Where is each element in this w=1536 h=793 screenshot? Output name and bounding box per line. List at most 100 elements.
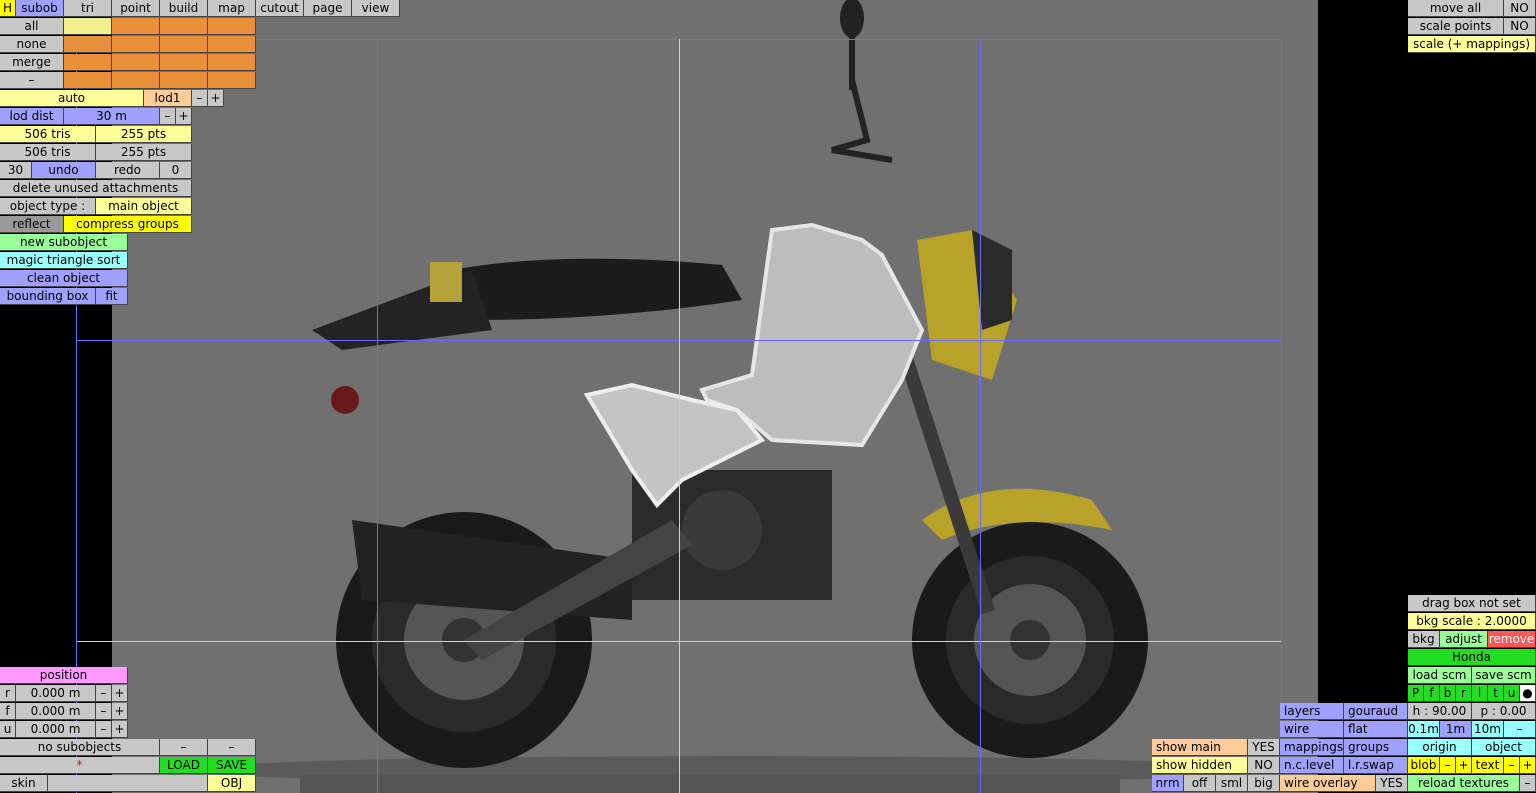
subobject-slot[interactable]	[160, 18, 208, 35]
step-minus-button[interactable]: –	[1504, 721, 1536, 738]
merge-button[interactable]: merge	[0, 54, 64, 71]
size-sml-button[interactable]: sml	[1216, 775, 1248, 792]
nc-level-button[interactable]: n.c.level	[1280, 757, 1344, 774]
skin-field[interactable]	[48, 775, 208, 792]
gouraud-button[interactable]: gouraud	[1344, 703, 1408, 720]
tab-point[interactable]: point	[112, 0, 160, 17]
bkg-name[interactable]: Honda	[1408, 649, 1536, 666]
step-1m-button[interactable]: 1m	[1440, 721, 1472, 738]
tab-tri[interactable]: tri	[64, 0, 112, 17]
scale-mappings-button[interactable]: scale (+ mappings)	[1408, 36, 1536, 53]
show-hidden-button[interactable]: show hidden	[1152, 757, 1248, 774]
subobject-selector[interactable]: no subobjects	[0, 739, 160, 756]
position-f-minus-button[interactable]: –	[96, 703, 112, 720]
subobject-slot[interactable]	[208, 72, 256, 89]
view-r-button[interactable]: r	[1456, 685, 1472, 702]
flat-button[interactable]: flat	[1344, 721, 1408, 738]
blob-minus-button[interactable]: –	[1440, 757, 1456, 774]
select-all-button[interactable]: all	[0, 18, 64, 35]
view-t-button[interactable]: t	[1488, 685, 1504, 702]
object-button[interactable]: object	[1472, 739, 1536, 756]
view-p-button[interactable]: P	[1408, 685, 1424, 702]
subobject-slot[interactable]	[208, 54, 256, 71]
view-l-button[interactable]: l	[1472, 685, 1488, 702]
view-u-button[interactable]: u	[1504, 685, 1520, 702]
subobject-slot[interactable]	[208, 36, 256, 53]
position-u-minus-button[interactable]: –	[96, 721, 112, 738]
subobject-slot[interactable]	[112, 72, 160, 89]
size-big-button[interactable]: big	[1248, 775, 1280, 792]
groups-button[interactable]: groups	[1344, 739, 1408, 756]
move-all-value[interactable]: NO	[1504, 0, 1536, 17]
undo-button[interactable]: undo	[32, 162, 96, 179]
subobject-slot[interactable]	[64, 36, 112, 53]
wire-button[interactable]: wire	[1280, 721, 1344, 738]
reload-minus-button[interactable]: –	[1520, 775, 1536, 792]
subobject-slot[interactable]	[64, 72, 112, 89]
reload-textures-button[interactable]: reload textures	[1408, 775, 1520, 792]
lod-minus-button[interactable]: –	[192, 90, 208, 107]
tab-build[interactable]: build	[160, 0, 208, 17]
subobject-slot[interactable]	[112, 36, 160, 53]
compress-groups-button[interactable]: compress groups	[64, 216, 192, 233]
lod-current[interactable]: lod1	[144, 90, 192, 107]
lod-plus-button[interactable]: +	[208, 90, 224, 107]
save-scm-button[interactable]: save scm	[1472, 667, 1536, 684]
subobject-slot[interactable]	[112, 18, 160, 35]
mappings-button[interactable]: mappings	[1280, 739, 1344, 756]
object-type-value[interactable]: main object	[96, 198, 192, 215]
tab-subob[interactable]: subob	[16, 0, 64, 17]
wire-overlay-value[interactable]: YES	[1376, 775, 1408, 792]
step-0-1m-button[interactable]: 0.1m	[1408, 721, 1440, 738]
layers-button[interactable]: layers	[1280, 703, 1344, 720]
scale-points-button[interactable]: scale points	[1408, 18, 1504, 35]
load-scm-button[interactable]: load scm	[1408, 667, 1472, 684]
bkg-scale[interactable]: bkg scale : 2.0000	[1408, 613, 1536, 630]
delete-unused-attachments-button[interactable]: delete unused attachments	[0, 180, 192, 197]
subobject-slot[interactable]	[112, 54, 160, 71]
fit-button[interactable]: fit	[96, 288, 128, 305]
view-b-button[interactable]: b	[1440, 685, 1456, 702]
position-value-r[interactable]: 0.000 m	[16, 685, 96, 702]
load-button[interactable]: LOAD	[160, 757, 208, 774]
bkg-adjust-button[interactable]: adjust	[1440, 631, 1488, 648]
tab-map[interactable]: map	[208, 0, 256, 17]
step-10m-button[interactable]: 10m	[1472, 721, 1504, 738]
show-main-button[interactable]: show main	[1152, 739, 1248, 756]
position-r-plus-button[interactable]: +	[112, 685, 128, 702]
text-minus-button[interactable]: –	[1504, 757, 1520, 774]
lod-dist-value[interactable]: 30 m	[64, 108, 160, 125]
heading-value[interactable]: h : 90.00	[1408, 703, 1472, 720]
position-u-plus-button[interactable]: +	[112, 721, 128, 738]
wire-overlay-button[interactable]: wire overlay	[1280, 775, 1376, 792]
bkg-remove-button[interactable]: remove	[1488, 631, 1536, 648]
text-button[interactable]: text	[1472, 757, 1504, 774]
show-main-value[interactable]: YES	[1248, 739, 1280, 756]
magic-triangle-sort-button[interactable]: magic triangle sort	[0, 252, 128, 269]
scale-points-value[interactable]: NO	[1504, 18, 1536, 35]
lod-auto-button[interactable]: auto	[0, 90, 144, 107]
subobject-slot[interactable]	[160, 54, 208, 71]
lod-dist-minus-button[interactable]: –	[160, 108, 176, 125]
subobject-slot[interactable]	[64, 54, 112, 71]
lr-swap-button[interactable]: l.r.swap	[1344, 757, 1408, 774]
new-subobject-button[interactable]: new subobject	[0, 234, 128, 251]
show-hidden-value[interactable]: NO	[1248, 757, 1280, 774]
move-all-button[interactable]: move all	[1408, 0, 1504, 17]
blob-button[interactable]: blob	[1408, 757, 1440, 774]
subobject-slot[interactable]	[160, 36, 208, 53]
pitch-value[interactable]: p : 0.00	[1472, 703, 1536, 720]
tab-h[interactable]: H	[0, 0, 16, 17]
tab-page[interactable]: page	[304, 0, 352, 17]
dot-icon[interactable]: ●	[1520, 685, 1536, 702]
tab-cutout[interactable]: cutout	[256, 0, 304, 17]
position-r-minus-button[interactable]: –	[96, 685, 112, 702]
subobject-slot[interactable]	[64, 18, 112, 35]
position-f-plus-button[interactable]: +	[112, 703, 128, 720]
subobject-slot[interactable]	[208, 18, 256, 35]
bkg-button[interactable]: bkg	[1408, 631, 1440, 648]
blob-plus-button[interactable]: +	[1456, 757, 1472, 774]
size-nrm-button[interactable]: nrm	[1152, 775, 1184, 792]
position-value-u[interactable]: 0.000 m	[16, 721, 96, 738]
origin-button[interactable]: origin	[1408, 739, 1472, 756]
